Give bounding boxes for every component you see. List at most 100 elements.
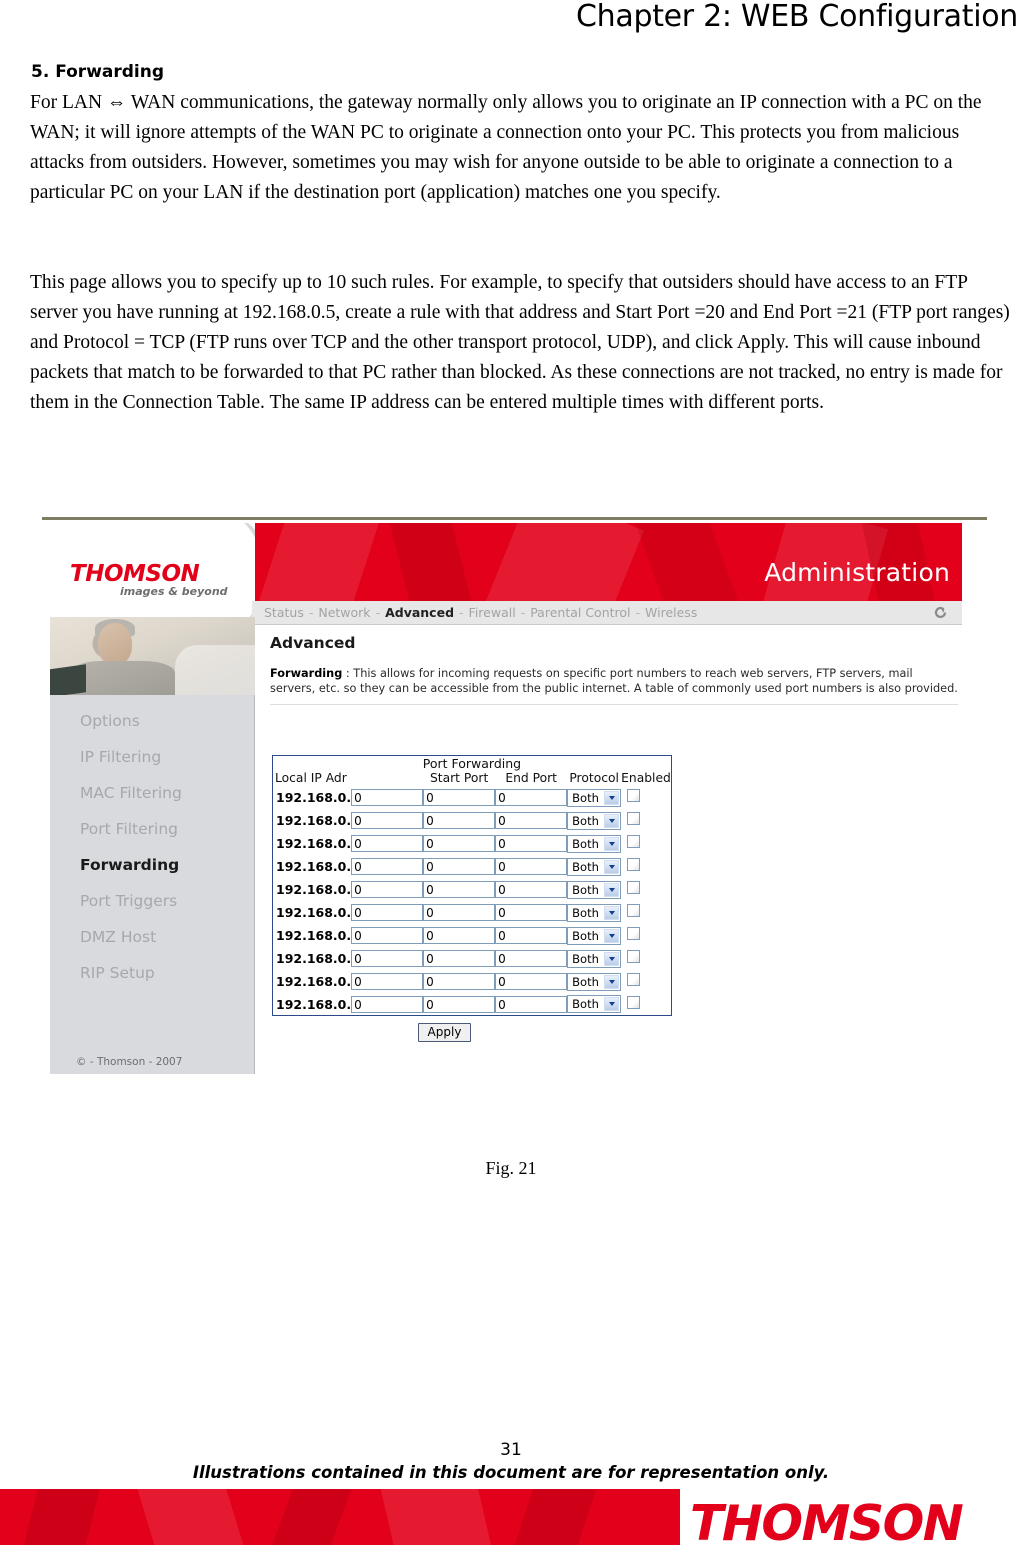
chevron-down-icon[interactable] xyxy=(604,813,620,828)
end-port-input[interactable] xyxy=(495,927,568,945)
sidebar-menu: Options IP Filtering MAC Filtering Port Fil… xyxy=(50,703,255,991)
start-port-input[interactable] xyxy=(423,835,496,853)
enabled-checkbox[interactable] xyxy=(627,973,641,986)
end-port-input[interactable] xyxy=(495,904,568,922)
protocol-select[interactable]: Both xyxy=(567,811,622,830)
protocol-select[interactable]: Both xyxy=(567,880,622,899)
ip-suffix-input[interactable] xyxy=(351,996,424,1013)
sidebar-item-mac-filtering[interactable]: MAC Filtering xyxy=(50,775,255,811)
sidebar-item-forwarding[interactable]: Forwarding xyxy=(50,847,255,883)
figure-caption: Fig. 21 xyxy=(485,1158,537,1178)
end-port-input[interactable] xyxy=(495,789,568,807)
enabled-checkbox[interactable] xyxy=(627,950,641,963)
nav-item-network[interactable]: Network xyxy=(318,605,370,620)
ip-suffix-input[interactable] xyxy=(351,812,424,830)
sidebar-photo xyxy=(50,617,255,695)
start-port-input[interactable] xyxy=(423,996,496,1013)
protocol-select-value: Both xyxy=(572,951,599,966)
start-port-input[interactable] xyxy=(423,973,496,991)
chevron-down-icon[interactable] xyxy=(604,951,620,966)
enabled-cell xyxy=(621,992,671,1015)
protocol-select[interactable]: Both xyxy=(567,926,622,945)
start-port-input[interactable] xyxy=(423,904,496,922)
enabled-checkbox[interactable] xyxy=(627,812,641,825)
end-port-input[interactable] xyxy=(495,858,568,876)
start-port-input[interactable] xyxy=(423,881,496,899)
ip-suffix-input[interactable] xyxy=(351,858,424,876)
enabled-checkbox[interactable] xyxy=(627,995,641,1009)
nav-item-firewall[interactable]: Firewall xyxy=(469,605,516,620)
enabled-checkbox[interactable] xyxy=(627,927,641,940)
protocol-select[interactable]: Both xyxy=(567,949,622,968)
footer-shard xyxy=(504,1489,596,1545)
brand-logo: THOMSON images & beyond xyxy=(50,523,255,617)
sidebar-item-port-triggers[interactable]: Port Triggers xyxy=(50,883,255,919)
ip-suffix-input[interactable] xyxy=(351,950,424,968)
nav-item-wireless[interactable]: Wireless xyxy=(645,605,697,620)
protocol-cell: Both xyxy=(567,831,622,854)
protocol-select[interactable]: Both xyxy=(567,834,622,853)
chevron-down-icon[interactable] xyxy=(604,974,620,989)
start-port-input-cell xyxy=(423,946,496,969)
protocol-select-value: Both xyxy=(572,997,599,1012)
protocol-select-value: Both xyxy=(572,974,599,989)
chevron-down-icon[interactable] xyxy=(604,997,620,1012)
nav-item-parental-control[interactable]: Parental Control xyxy=(530,605,630,620)
enabled-checkbox[interactable] xyxy=(627,858,641,871)
refresh-icon[interactable] xyxy=(933,605,948,620)
start-port-input[interactable] xyxy=(423,789,496,807)
sidebar-item-options[interactable]: Options xyxy=(50,703,255,739)
chevron-down-icon[interactable] xyxy=(604,882,620,897)
protocol-cell: Both xyxy=(567,854,622,877)
chevron-down-icon[interactable] xyxy=(604,859,620,874)
ip-suffix-input[interactable] xyxy=(351,881,424,899)
protocol-select[interactable]: Both xyxy=(567,788,622,807)
nav-separator: - xyxy=(459,605,464,620)
protocol-select[interactable]: Both xyxy=(567,903,622,922)
ip-prefix-label: 192.168.0. xyxy=(276,973,352,989)
nav-item-advanced[interactable]: Advanced xyxy=(385,605,454,620)
protocol-select[interactable]: Both xyxy=(567,995,622,1014)
nav-item-status[interactable]: Status xyxy=(264,605,304,620)
end-port-input[interactable] xyxy=(495,835,568,853)
end-port-input[interactable] xyxy=(495,812,568,830)
end-port-input[interactable] xyxy=(495,996,568,1013)
start-port-input[interactable] xyxy=(423,927,496,945)
protocol-select[interactable]: Both xyxy=(567,857,622,876)
table-header-end-port: End Port xyxy=(505,771,557,785)
enabled-checkbox[interactable] xyxy=(627,789,641,802)
chevron-down-icon[interactable] xyxy=(604,905,620,920)
protocol-cell: Both xyxy=(567,877,622,900)
chevron-down-icon[interactable] xyxy=(604,790,620,805)
apply-button[interactable]: Apply xyxy=(417,1022,472,1042)
description-text: : This allows for incoming requests on s… xyxy=(270,667,958,695)
start-port-input[interactable] xyxy=(423,812,496,830)
start-port-input[interactable] xyxy=(423,858,496,876)
sidebar-item-dmz-host[interactable]: DMZ Host xyxy=(50,919,255,955)
end-port-input[interactable] xyxy=(495,973,568,991)
table-header-enabled: Enabled xyxy=(621,771,671,785)
end-port-input-cell xyxy=(495,900,568,923)
end-port-input[interactable] xyxy=(495,950,568,968)
enabled-checkbox[interactable] xyxy=(627,835,641,848)
ip-suffix-input[interactable] xyxy=(351,927,424,945)
protocol-select-value: Both xyxy=(572,859,599,874)
chevron-down-icon[interactable] xyxy=(604,836,620,851)
footer-shard xyxy=(376,1489,499,1545)
enabled-checkbox[interactable] xyxy=(627,881,641,894)
chevron-down-icon[interactable] xyxy=(604,928,620,943)
ip-suffix-input[interactable] xyxy=(351,904,424,922)
end-port-input[interactable] xyxy=(495,881,568,899)
top-navigation-bar[interactable]: Status - Network - Advanced - Firewall - Parenta… xyxy=(252,601,962,625)
ip-suffix-input[interactable] xyxy=(351,835,424,853)
logo-swoosh-icon xyxy=(200,523,255,617)
ip-suffix-input[interactable] xyxy=(351,789,424,807)
enabled-checkbox[interactable] xyxy=(627,904,641,917)
start-port-input[interactable] xyxy=(423,950,496,968)
sidebar-item-ip-filtering[interactable]: IP Filtering xyxy=(50,739,255,775)
sidebar-item-port-filtering[interactable]: Port Filtering xyxy=(50,811,255,847)
protocol-select[interactable]: Both xyxy=(567,972,622,991)
ip-suffix-input[interactable] xyxy=(351,973,424,991)
content-page-title: Advanced xyxy=(270,634,356,652)
sidebar-item-rip-setup[interactable]: RIP Setup xyxy=(50,955,255,991)
